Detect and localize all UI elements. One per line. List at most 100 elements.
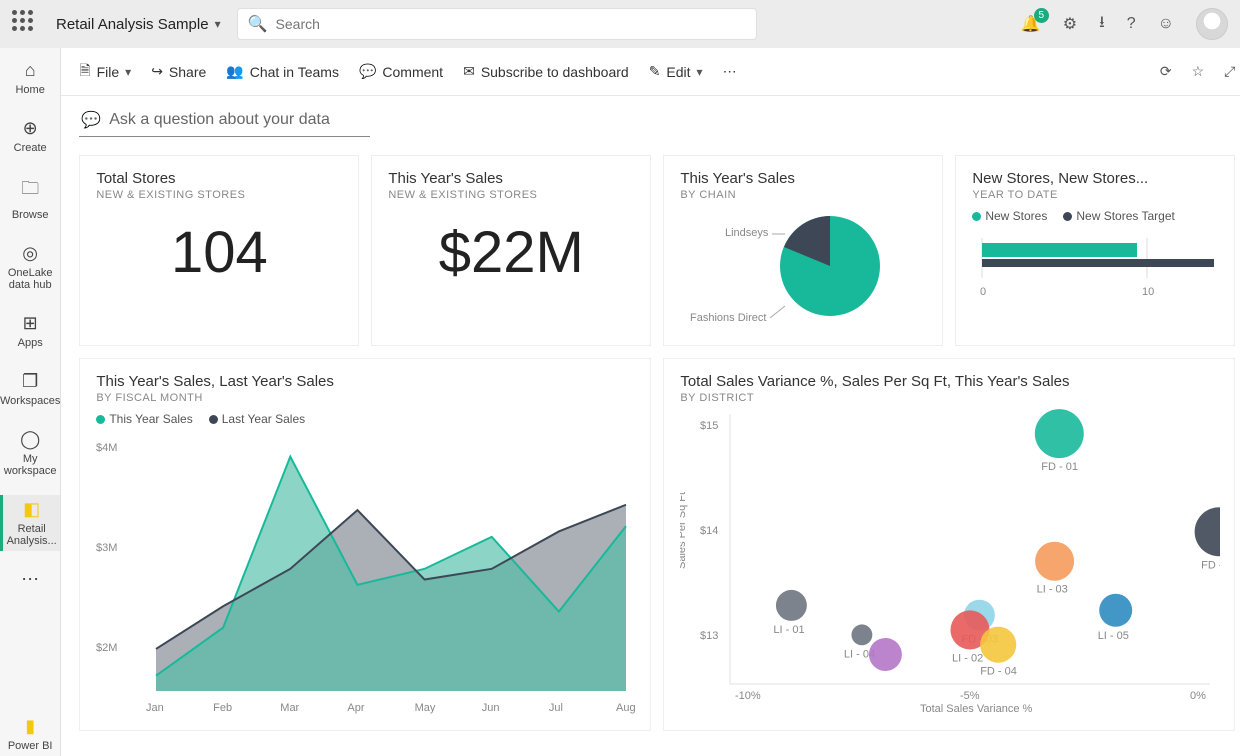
svg-text:LI - 02: LI - 02 (952, 652, 983, 664)
subscribe-button[interactable]: ✉Subscribe to dashboard (463, 63, 629, 80)
svg-text:-10%: -10% (735, 690, 761, 702)
sidebar-footer-powerbi[interactable]: ▮Power BI (0, 712, 60, 756)
svg-text:$3M: $3M (96, 542, 117, 554)
share-icon: ↪ (151, 63, 163, 80)
svg-text:Fashions Direct: Fashions Direct (690, 312, 766, 324)
sidebar-item-my-workspace[interactable]: ◯My workspace (0, 425, 60, 481)
chat-icon: 💬 (81, 110, 101, 130)
tile-value: 104 (96, 219, 342, 286)
sidebar-item-apps[interactable]: ⊞Apps (0, 309, 60, 353)
svg-text:0%: 0% (1190, 690, 1206, 702)
settings-icon[interactable]: ⚙ (1063, 14, 1077, 34)
bubble-chart: Sales Per Sq Ft $15 $14 $13 FD - 01FD - … (680, 404, 1220, 714)
sidebar-item-retail-analysis[interactable]: ◧Retail Analysis... (0, 495, 60, 551)
chat-teams-button[interactable]: 👥Chat in Teams (226, 63, 339, 80)
plus-circle-icon: ⊕ (23, 118, 38, 139)
qna-section: 💬 Ask a question about your data (61, 96, 1240, 143)
chevron-down-icon: ▾ (697, 65, 703, 79)
help-icon[interactable]: ? (1127, 15, 1136, 33)
sidebar-item-home[interactable]: ⌂Home (0, 56, 60, 100)
comment-icon: 💬 (359, 63, 376, 80)
svg-text:LI - 03: LI - 03 (1037, 584, 1068, 596)
home-icon: ⌂ (25, 60, 36, 81)
svg-text:Mar: Mar (281, 702, 300, 714)
svg-text:Jul: Jul (549, 702, 563, 714)
workspaces-icon: ❐ (22, 371, 38, 392)
area-chart: $4M $3M $2M JanFebMarAprMayJunJulAug (96, 426, 636, 716)
workspace-name: Retail Analysis Sample (56, 16, 209, 33)
svg-text:Aug: Aug (616, 702, 636, 714)
tile-sales-by-chain[interactable]: This Year's Sales BY CHAIN Lindseys Fash… (663, 155, 943, 346)
folder-icon: 🗀 (21, 176, 39, 206)
chevron-down-icon: ▾ (215, 17, 221, 31)
tile-total-stores[interactable]: Total Stores NEW & EXISTING STORES 104 (79, 155, 359, 346)
refresh-icon[interactable]: ⟳ (1160, 63, 1172, 80)
tile-new-stores[interactable]: New Stores, New Stores... YEAR TO DATE N… (955, 155, 1235, 346)
search-field[interactable] (276, 16, 746, 32)
tile-title: This Year's Sales (388, 170, 634, 187)
svg-text:Sales Per Sq Ft: Sales Per Sq Ft (680, 492, 688, 569)
svg-text:Total Sales Variance %: Total Sales Variance % (920, 703, 1033, 714)
svg-text:-5%: -5% (960, 690, 980, 702)
sidebar-item-browse[interactable]: 🗀Browse (0, 172, 60, 225)
toolbar: 🗎File▾ ↪Share 👥Chat in Teams 💬Comment ✉S… (61, 48, 1240, 96)
pencil-icon: ✎ (649, 63, 661, 80)
svg-text:0: 0 (980, 286, 986, 298)
tile-title: This Year's Sales, Last Year's Sales (96, 373, 634, 390)
svg-text:Jun: Jun (482, 702, 500, 714)
tile-sales-by-month[interactable]: This Year's Sales, Last Year's Sales BY … (79, 358, 651, 731)
tile-subtitle: BY CHAIN (680, 189, 926, 201)
tile-title: New Stores, New Stores... (972, 170, 1218, 187)
svg-text:FD - 01: FD - 01 (1042, 461, 1079, 473)
tile-subtitle: BY DISTRICT (680, 392, 1218, 404)
tile-this-year-sales[interactable]: This Year's Sales NEW & EXISTING STORES … (371, 155, 651, 346)
svg-text:$14: $14 (700, 525, 718, 537)
svg-text:$4M: $4M (96, 442, 117, 454)
edit-menu[interactable]: ✎Edit▾ (649, 63, 703, 80)
feedback-icon[interactable]: ☺ (1158, 15, 1174, 33)
apps-icon: ⊞ (23, 313, 38, 334)
svg-text:Lindseys: Lindseys (725, 227, 769, 239)
ellipsis-icon: ⋯ (723, 63, 737, 80)
search-input[interactable]: 🔍 (237, 8, 757, 40)
sidebar-more[interactable]: ⋯ (0, 565, 60, 594)
svg-text:10: 10 (1142, 286, 1154, 298)
toolbar-more[interactable]: ⋯ (723, 63, 737, 80)
report-icon: ◧ (23, 499, 40, 520)
tile-subtitle: YEAR TO DATE (972, 189, 1218, 201)
tile-subtitle: NEW & EXISTING STORES (388, 189, 634, 201)
favorite-icon[interactable]: ☆ (1192, 63, 1205, 80)
powerbi-icon: ▮ (25, 716, 35, 737)
comment-button[interactable]: 💬Comment (359, 63, 443, 80)
sidebar-item-create[interactable]: ⊕Create (0, 114, 60, 158)
tile-subtitle: NEW & EXISTING STORES (96, 189, 342, 201)
svg-text:$13: $13 (700, 630, 718, 642)
topbar: Retail Analysis Sample ▾ 🔍 🔔5 ⚙ ⭳ ? ☺ (0, 0, 1240, 48)
download-icon[interactable]: ⭳ (1099, 11, 1105, 38)
qna-input[interactable]: 💬 Ask a question about your data (79, 108, 370, 137)
subscribe-icon: ✉ (463, 63, 475, 80)
avatar[interactable] (1196, 8, 1228, 40)
svg-text:Apr: Apr (348, 702, 365, 714)
fullscreen-icon[interactable]: ⤢ (1224, 63, 1235, 80)
tile-title: This Year's Sales (680, 170, 926, 187)
tile-variance-scatter[interactable]: Total Sales Variance %, Sales Per Sq Ft,… (663, 358, 1235, 731)
ellipsis-icon: ⋯ (21, 569, 39, 590)
tile-subtitle: BY FISCAL MONTH (96, 392, 634, 404)
app-launcher-icon[interactable] (12, 10, 40, 38)
notification-badge: 5 (1034, 8, 1049, 23)
pie-chart: Lindseys Fashions Direct (680, 201, 930, 331)
tile-title: Total Stores (96, 170, 342, 187)
workspace-dropdown[interactable]: Retail Analysis Sample ▾ (56, 16, 221, 33)
svg-text:May: May (415, 702, 436, 714)
notifications-icon[interactable]: 🔔5 (1021, 14, 1041, 34)
sidebar-item-workspaces[interactable]: ❐Workspaces (0, 367, 60, 411)
search-icon: 🔍 (248, 14, 268, 34)
share-button[interactable]: ↪Share (151, 63, 206, 80)
svg-text:FD - 02: FD - 02 (1201, 559, 1220, 571)
sidebar-item-onelake[interactable]: ◎OneLake data hub (0, 239, 60, 295)
person-icon: ◯ (20, 429, 40, 450)
svg-text:$2M: $2M (96, 642, 117, 654)
svg-text:LI - 05: LI - 05 (1098, 630, 1129, 642)
file-menu[interactable]: 🗎File▾ (79, 60, 131, 84)
